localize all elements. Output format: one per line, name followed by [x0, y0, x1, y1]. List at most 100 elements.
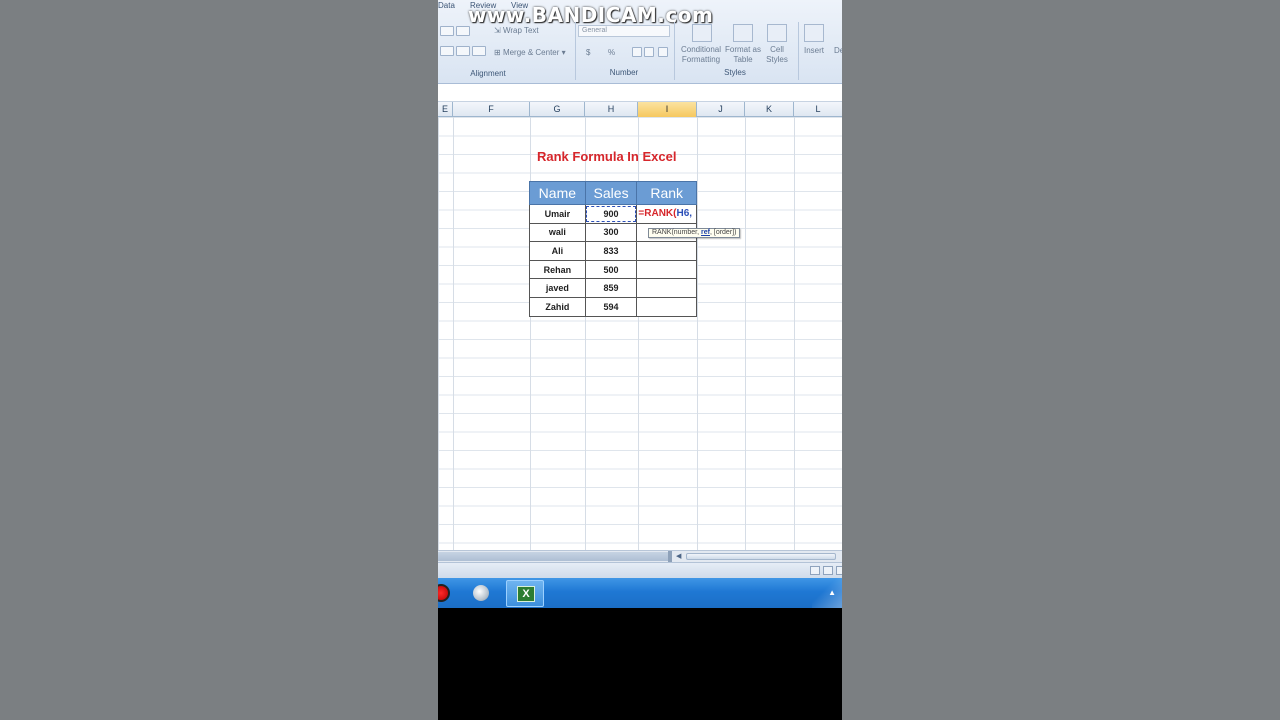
- merge-center-button[interactable]: ⊞ Merge & Center ▾: [494, 48, 566, 58]
- table-row: Rehan 500: [529, 259, 697, 280]
- tooltip-function: RANK(number,: [652, 229, 702, 236]
- rank-cell[interactable]: [636, 278, 697, 298]
- tooltip-remaining-arguments: , [order]): [709, 229, 737, 236]
- table-row: javed 859: [529, 278, 697, 298]
- excel-ribbon: Data Review View www.BANDICAM.com ⇲ Wrap…: [438, 0, 842, 84]
- grid-line: [453, 117, 454, 550]
- decrease-indent-icon[interactable]: [440, 46, 454, 56]
- insert-cells-icon[interactable]: [804, 24, 824, 42]
- column-headers: E F G H I J K L: [438, 102, 842, 117]
- grid-line: [697, 117, 698, 550]
- column-header-g[interactable]: G: [530, 102, 585, 117]
- tooltip-current-argument: ref: [701, 229, 710, 236]
- column-header-i[interactable]: I: [638, 102, 697, 117]
- taskbar-app-excel[interactable]: X: [506, 580, 544, 607]
- disc-icon: [473, 585, 489, 601]
- conditional-formatting-button[interactable]: Conditional Formatting: [678, 45, 724, 65]
- indent-icon[interactable]: [456, 46, 470, 56]
- tab-data[interactable]: Data: [438, 1, 455, 10]
- cell-styles-icon[interactable]: [767, 24, 787, 42]
- percent-button[interactable]: %: [608, 48, 615, 58]
- sales-cell-referenced[interactable]: 900: [584, 204, 638, 224]
- sales-cell[interactable]: 833: [584, 241, 638, 261]
- sheet-title: Rank Formula In Excel: [537, 149, 677, 164]
- tray-chevron-up-icon[interactable]: ▲: [828, 588, 836, 597]
- column-header-e[interactable]: E: [438, 102, 453, 117]
- insert-button[interactable]: Insert: [804, 46, 824, 56]
- comma-style-icon[interactable]: [632, 47, 642, 57]
- record-icon[interactable]: [438, 584, 450, 602]
- table-header-row: Name Sales Rank: [529, 181, 697, 205]
- format-as-table-button[interactable]: Format as Table: [722, 45, 764, 65]
- name-cell[interactable]: wali: [529, 222, 586, 243]
- sheet-tabs-area[interactable]: [438, 552, 668, 561]
- formula-separator: ,: [689, 208, 693, 219]
- name-cell[interactable]: Zahid: [529, 296, 586, 317]
- header-name[interactable]: Name: [529, 181, 586, 205]
- group-label-styles: Styles: [724, 68, 746, 77]
- column-header-f[interactable]: F: [453, 102, 530, 117]
- taskbar-app-media[interactable]: [462, 580, 500, 607]
- page-layout-view-icon[interactable]: [823, 566, 833, 575]
- merge-center-label: Merge & Center: [502, 48, 560, 57]
- column-header-h[interactable]: H: [585, 102, 638, 117]
- column-header-l[interactable]: L: [794, 102, 842, 117]
- formula-reference: H6: [676, 208, 690, 219]
- normal-view-icon[interactable]: [810, 566, 820, 575]
- scroll-left-icon[interactable]: ◀: [676, 552, 684, 561]
- delete-button[interactable]: De: [834, 46, 842, 56]
- horizontal-scrollbar[interactable]: ◀: [438, 550, 842, 562]
- cell-styles-label-2: Styles: [766, 55, 788, 64]
- grid-line: [745, 117, 746, 550]
- tab-split-handle[interactable]: [668, 551, 672, 562]
- header-sales[interactable]: Sales: [584, 181, 638, 205]
- show-desktop-button[interactable]: [812, 578, 842, 608]
- page-break-view-icon[interactable]: [836, 566, 842, 575]
- format-as-table-icon[interactable]: [733, 24, 753, 42]
- name-cell[interactable]: javed: [529, 278, 586, 298]
- column-header-j[interactable]: J: [697, 102, 745, 117]
- function-tooltip: RANK(number, ref, [order]): [648, 228, 741, 238]
- header-rank[interactable]: Rank: [636, 181, 697, 205]
- name-cell[interactable]: Rehan: [529, 259, 586, 280]
- table-row: Zahid 594: [529, 296, 697, 317]
- worksheet-grid[interactable]: Rank Formula In Excel Name Sales Rank Um…: [438, 117, 842, 550]
- cell-styles-button[interactable]: Cell Styles: [762, 45, 792, 65]
- formula-bar-area[interactable]: [438, 84, 842, 102]
- status-bar: [438, 562, 842, 578]
- decrease-decimal-icon[interactable]: [658, 47, 668, 57]
- formula-text: =RANK(H6,: [638, 208, 692, 219]
- number-format-select[interactable]: General: [578, 25, 670, 37]
- increase-indent-icon[interactable]: [472, 46, 486, 56]
- sales-cell[interactable]: 859: [584, 278, 638, 298]
- name-cell[interactable]: Umair: [529, 204, 586, 224]
- name-cell[interactable]: Ali: [529, 241, 586, 261]
- rank-cell[interactable]: [636, 259, 697, 280]
- wrap-text-button[interactable]: ⇲ Wrap Text: [494, 26, 539, 36]
- bandicam-watermark: www.BANDICAM.com: [468, 3, 714, 27]
- column-header-k[interactable]: K: [745, 102, 794, 117]
- wrap-text-icon: ⇲: [494, 26, 503, 35]
- formula-function: =RANK(: [638, 208, 677, 219]
- scroll-thumb[interactable]: [686, 553, 836, 560]
- cell-styles-label-1: Cell: [770, 45, 784, 54]
- table-row: Ali 833: [529, 241, 697, 261]
- rank-cell[interactable]: [636, 241, 697, 261]
- rank-cell[interactable]: [636, 296, 697, 317]
- chevron-down-icon: ▾: [559, 48, 566, 57]
- currency-button[interactable]: $: [586, 48, 590, 58]
- sales-cell[interactable]: 500: [584, 259, 638, 280]
- sales-cell[interactable]: 594: [584, 296, 638, 317]
- format-as-table-label-2: Table: [733, 55, 753, 64]
- rank-cell-editing[interactable]: =RANK(H6,: [636, 204, 697, 224]
- sales-table: Name Sales Rank Umair 900 =RANK(H6, wali…: [529, 181, 697, 317]
- group-label-number: Number: [609, 68, 639, 77]
- group-label-alignment: Alignment: [470, 69, 506, 78]
- increase-decimal-icon[interactable]: [644, 47, 654, 57]
- sales-cell[interactable]: 300: [584, 222, 638, 243]
- group-divider: [674, 22, 675, 80]
- windows-taskbar: X ▲: [438, 578, 842, 608]
- conditional-formatting-icon[interactable]: [692, 24, 712, 42]
- orientation-icon[interactable]: [456, 26, 470, 36]
- align-left-icon[interactable]: [440, 26, 454, 36]
